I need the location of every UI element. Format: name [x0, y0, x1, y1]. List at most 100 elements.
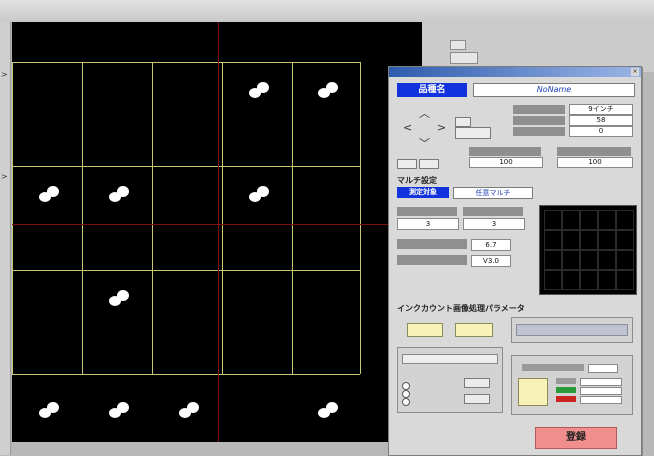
count-x-value[interactable]: 3	[397, 218, 459, 230]
edge-marker: >	[1, 70, 8, 79]
ink-button-1[interactable]	[407, 323, 443, 337]
grid-line-horizontal	[12, 62, 360, 63]
preview-cell[interactable]	[598, 250, 616, 270]
dialog-title-bar: ×	[389, 67, 641, 77]
preview-cell[interactable]	[616, 270, 634, 290]
ink-parameter-panel	[511, 317, 633, 343]
param1-label	[513, 105, 565, 114]
option-button-1[interactable]	[464, 378, 490, 388]
move-arrow-pad: ︿ < > ﹀	[403, 105, 447, 151]
preview-cell[interactable]	[562, 210, 580, 230]
preview-cell[interactable]	[544, 230, 562, 250]
count-y-value[interactable]: 3	[463, 218, 525, 230]
small-button-1[interactable]	[397, 159, 417, 169]
move-button[interactable]	[455, 117, 471, 127]
product-settings-dialog: × 品種名 NoName ︿ < > ﹀ 9インチ 58 0 100 100 マ…	[388, 66, 642, 456]
preview-cell[interactable]	[562, 250, 580, 270]
radio-option-3[interactable]	[402, 398, 410, 406]
preview-cell[interactable]	[562, 230, 580, 250]
preview-cell[interactable]	[616, 230, 634, 250]
level-field-1[interactable]	[580, 378, 622, 386]
option-dropdown[interactable]	[402, 354, 498, 364]
offset-x-label	[469, 147, 541, 156]
radio-option-2[interactable]	[402, 390, 410, 398]
ink-dot-marker	[109, 402, 131, 418]
count-y-label	[463, 207, 523, 216]
pitch-x-label	[397, 239, 467, 249]
pitch-y-value[interactable]: V3.0	[471, 255, 511, 267]
radio-option-1[interactable]	[402, 382, 410, 390]
preview-cell[interactable]	[580, 230, 598, 250]
param1-value[interactable]: 9インチ	[569, 104, 633, 115]
app-toolbar	[0, 0, 654, 23]
multi-mode-select[interactable]: 任意マルチ	[453, 187, 533, 199]
preview-cell[interactable]	[544, 250, 562, 270]
grid-line-vertical	[360, 62, 361, 374]
threshold-panel	[511, 355, 633, 415]
arrow-down-icon[interactable]: ﹀	[419, 135, 430, 151]
arrow-left-icon[interactable]: <	[403, 121, 412, 134]
ink-button-2[interactable]	[455, 323, 493, 337]
origin-button[interactable]	[455, 127, 491, 139]
preview-cell[interactable]	[544, 210, 562, 230]
threshold-field[interactable]	[588, 364, 618, 373]
product-name-field[interactable]: NoName	[473, 83, 635, 97]
grid-line-vertical	[152, 62, 153, 374]
preview-cell[interactable]	[616, 210, 634, 230]
grid-line-horizontal	[12, 270, 360, 271]
preview-cell[interactable]	[598, 230, 616, 250]
host-origin-button[interactable]	[450, 52, 478, 64]
crosshair-horizontal	[12, 224, 422, 225]
level-red	[556, 396, 576, 402]
ink-dot-marker	[249, 82, 271, 98]
offset-y-label	[557, 147, 631, 156]
param3-label	[513, 127, 565, 136]
register-button[interactable]: 登録	[535, 427, 617, 449]
grid-line-horizontal	[12, 166, 360, 167]
preview-cell[interactable]	[598, 270, 616, 290]
host-small-button[interactable]	[450, 40, 466, 50]
preview-cell[interactable]	[598, 210, 616, 230]
preview-cell[interactable]	[580, 250, 598, 270]
level-green	[556, 387, 576, 393]
pitch-x-value[interactable]: 6.7	[471, 239, 511, 251]
preview-cell[interactable]	[580, 210, 598, 230]
level-label-1	[556, 378, 576, 384]
level-field-2[interactable]	[580, 387, 622, 395]
grid-line-vertical	[82, 62, 83, 374]
ink-dot-marker	[249, 186, 271, 202]
arrow-right-icon[interactable]: >	[437, 121, 446, 134]
inkcount-section-title: インクカウント画像処理パラメータ	[397, 304, 525, 313]
edge-marker: >	[1, 172, 8, 181]
threshold-button[interactable]	[518, 378, 548, 406]
option-button-2[interactable]	[464, 394, 490, 404]
ink-parameter-row	[516, 324, 628, 336]
ink-dot-marker	[109, 186, 131, 202]
preview-cell[interactable]	[562, 270, 580, 290]
param2-value[interactable]: 58	[569, 115, 633, 126]
close-icon[interactable]: ×	[631, 68, 639, 76]
crosshair-vertical	[218, 22, 219, 442]
ink-dot-marker	[39, 402, 61, 418]
camera-view[interactable]	[12, 22, 422, 442]
ink-dot-marker	[109, 290, 131, 306]
grid-line-vertical	[12, 62, 13, 374]
host-control-area	[422, 22, 654, 72]
left-edge-strip: > >	[0, 22, 11, 455]
offset-x-value[interactable]: 100	[469, 157, 543, 168]
threshold-label	[522, 364, 584, 371]
pitch-y-label	[397, 255, 467, 265]
preview-cell[interactable]	[544, 270, 562, 290]
preview-cell[interactable]	[616, 250, 634, 270]
multi-section-title: マルチ設定	[397, 176, 437, 185]
arrow-up-icon[interactable]: ︿	[419, 105, 430, 121]
multi-mode-label: 測定対象	[397, 187, 449, 198]
small-button-2[interactable]	[419, 159, 439, 169]
param3-value[interactable]: 0	[569, 126, 633, 137]
offset-y-value[interactable]: 100	[557, 157, 633, 168]
level-field-3[interactable]	[580, 396, 622, 404]
processing-options-panel	[397, 347, 503, 413]
ink-dot-marker	[318, 402, 340, 418]
preview-cell[interactable]	[580, 270, 598, 290]
ink-dot-marker	[179, 402, 201, 418]
